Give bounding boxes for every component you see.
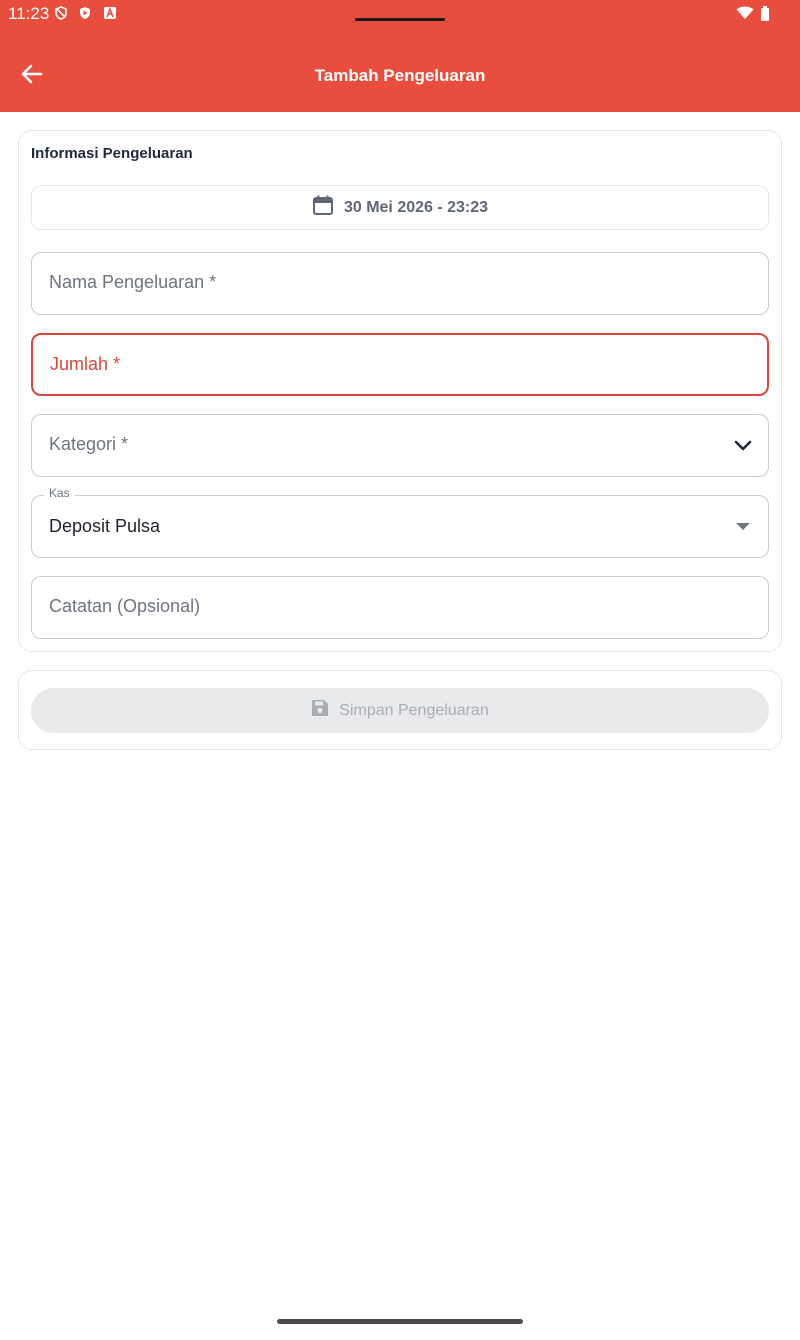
expense-info-card: Informasi Pengeluaran 30 Mei 2026 - 23:2… [18,130,782,652]
expense-name-field[interactable]: Nama Pengeluaran * [31,252,769,315]
app-a-icon [103,6,117,20]
cash-value: Deposit Pulsa [49,516,161,536]
page-title: Tambah Pengeluaran [314,66,486,85]
category-dropdown[interactable]: Kategori * [31,414,769,477]
status-time: 11:23 [8,4,50,23]
date-picker-button[interactable]: 30 Mei 2026 - 23:23 [31,185,769,230]
expense-name-placeholder: Nama Pengeluaran * [49,272,217,292]
shield-play-icon [78,6,92,20]
shield-off-icon [54,6,68,20]
app-bar: 11:23 Tambah Pengeluaran [0,0,800,112]
date-label: 30 Mei 2026 - 23:23 [343,198,489,216]
wifi-icon [736,6,754,20]
dropdown-triangle-icon [732,516,754,538]
status-bar: 11:23 [0,0,800,28]
note-placeholder: Catatan (Opsional) [49,596,201,616]
home-indicator[interactable] [277,1319,523,1324]
cash-label: Kas [44,486,75,500]
amount-placeholder: Jumlah * [50,354,121,374]
category-placeholder: Kategori * [49,434,129,454]
camera-notch [355,18,445,21]
chevron-down-icon [732,435,754,457]
save-card: Simpan Pengeluaran [18,670,782,750]
amount-field[interactable]: Jumlah * [31,333,769,396]
cash-dropdown[interactable]: Kas Deposit Pulsa [31,486,769,558]
calendar-icon [312,194,334,221]
section-title: Informasi Pengeluaran [31,145,193,162]
note-field[interactable]: Catatan (Opsional) [31,576,769,639]
save-icon [311,699,329,722]
battery-icon [759,5,771,21]
save-button-label: Simpan Pengeluaran [339,701,489,719]
save-expense-button[interactable]: Simpan Pengeluaran [31,688,769,733]
